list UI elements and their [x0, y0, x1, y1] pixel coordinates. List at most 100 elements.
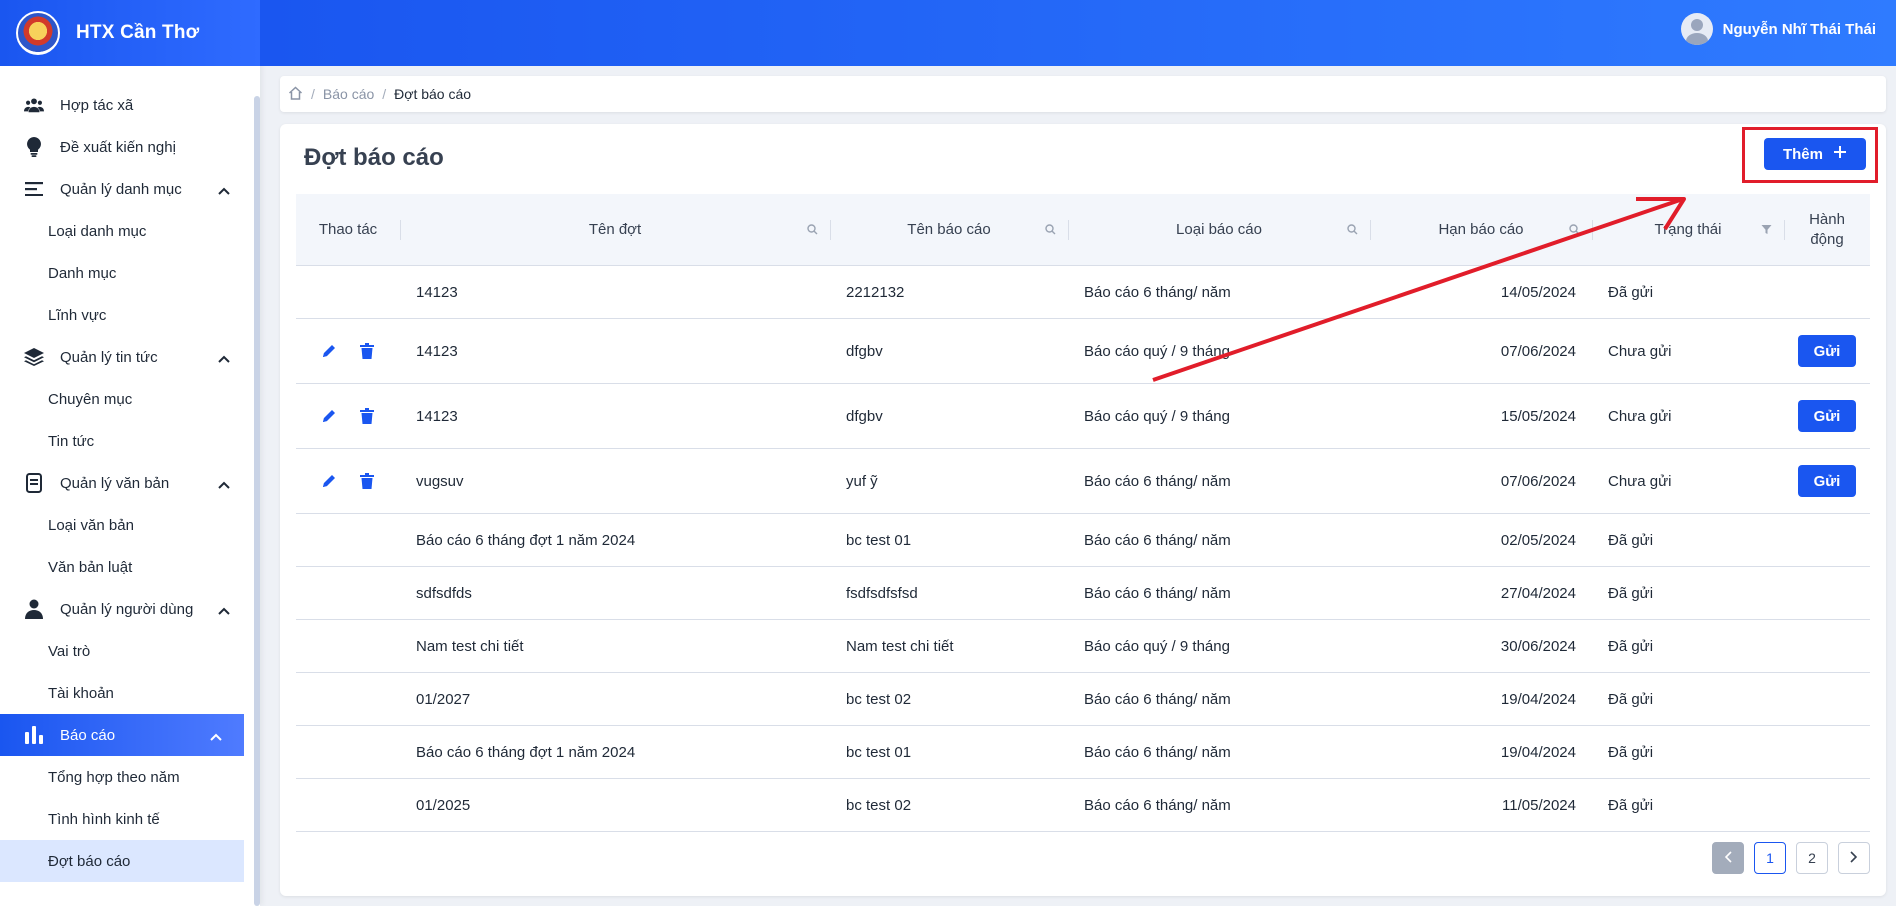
search-icon[interactable] — [807, 222, 818, 242]
cell-ten-dot: 14123 — [416, 407, 458, 425]
sidebar-item-tin-tuc[interactable]: Tin tức — [0, 420, 252, 462]
cell-ten-dot: 14123 — [416, 283, 458, 301]
send-button[interactable]: Gửi — [1798, 400, 1856, 432]
cell-trang-thai: Đã gửi — [1608, 796, 1654, 814]
sidebar-item-dot-bao-cao[interactable]: Đợt báo cáo — [0, 840, 244, 882]
plus-icon — [1833, 145, 1847, 163]
brand-name: HTX Cần Thơ — [76, 22, 200, 43]
cell-loai-bao-cao: Báo cáo quý / 9 tháng — [1084, 407, 1230, 425]
home-icon[interactable] — [288, 85, 303, 103]
main-card: Đợt báo cáo Thêm Thao tác Tên đợt Tên bá… — [280, 124, 1886, 896]
header-label: Trạng thái — [1654, 220, 1722, 238]
cell-hanh-dong — [1784, 514, 1870, 566]
cell-hanh-dong: Gửi — [1784, 449, 1870, 513]
cell-ten-bao-cao: yuf ỹ — [846, 472, 878, 490]
cell-han-bao-cao: 30/06/2024 — [1500, 637, 1576, 655]
sidebar-item-vai-tro[interactable]: Vai trò — [0, 630, 252, 672]
breadcrumb-separator: / — [382, 86, 387, 102]
users-icon — [24, 95, 44, 115]
filter-icon[interactable] — [1761, 222, 1772, 242]
table-row: 14123 2212132 Báo cáo 6 tháng/ năm 14/05… — [296, 266, 1870, 319]
cell-ten-bao-cao: dfgbv — [846, 407, 883, 425]
sidebar-item-chuyen-muc[interactable]: Chuyên mục — [0, 378, 252, 420]
cell-ten-dot: 01/2027 — [416, 690, 471, 708]
edit-icon[interactable] — [320, 407, 338, 425]
delete-icon[interactable] — [358, 472, 376, 490]
cell-ten-dot: sdfsdfds — [416, 584, 472, 602]
sidebar-item-linh-vuc[interactable]: Lĩnh vực — [0, 294, 252, 336]
chevron-up-icon — [218, 182, 230, 199]
sidebar-item-tong-hop-theo-nam[interactable]: Tổng hợp theo năm — [0, 756, 252, 798]
cell-hanh-dong — [1784, 567, 1870, 619]
sidebar-item-tai-khoan[interactable]: Tài khoản — [0, 672, 252, 714]
cell-ten-dot: 14123 — [416, 342, 458, 360]
search-icon[interactable] — [1569, 222, 1580, 242]
delete-icon[interactable] — [358, 407, 376, 425]
breadcrumb-separator: / — [311, 86, 315, 102]
edit-icon[interactable] — [320, 342, 338, 360]
delete-icon[interactable] — [358, 342, 376, 360]
sidebar-item-hop-tac-xa[interactable]: Hợp tác xã — [0, 84, 252, 126]
sidebar-item-van-ban-luat[interactable]: Văn bản luật — [0, 546, 252, 588]
cell-hanh-dong: Gửi — [1784, 319, 1870, 383]
cell-ten-dot: 01/2025 — [416, 796, 471, 814]
send-button[interactable]: Gửi — [1798, 465, 1856, 497]
sidebar-item-de-xuat[interactable]: Đề xuất kiến nghị — [0, 126, 252, 168]
cell-han-bao-cao: 02/05/2024 — [1500, 531, 1576, 549]
breadcrumb-parent[interactable]: Báo cáo — [323, 86, 374, 102]
edit-icon[interactable] — [320, 472, 338, 490]
sidebar-item-tinh-hinh-kinh-te[interactable]: Tình hình kinh tế — [0, 798, 252, 840]
page-button-2[interactable]: 2 — [1796, 842, 1828, 874]
cell-ten-dot: vugsuv — [416, 472, 464, 490]
add-button[interactable]: Thêm — [1764, 138, 1866, 170]
cell-actions — [296, 726, 400, 778]
sidebar-item-quan-ly-van-ban[interactable]: Quản lý văn bản — [0, 462, 252, 504]
menu-icon — [24, 179, 44, 199]
user-menu[interactable]: Nguyễn Nhĩ Thái Thái — [1680, 13, 1876, 45]
header-label: Hạn báo cáo — [1438, 220, 1524, 238]
cell-trang-thai: Đã gửi — [1608, 690, 1654, 708]
cell-actions — [296, 319, 400, 383]
report-table: Thao tác Tên đợt Tên báo cáo Loại báo cá… — [296, 194, 1870, 832]
sidebar-item-quan-ly-tin-tuc[interactable]: Quản lý tin tức — [0, 336, 252, 378]
column-header-loai-bao-cao: Loại báo cáo — [1068, 194, 1370, 265]
cell-ten-bao-cao: bc test 01 — [846, 531, 912, 549]
table-row: 14123 dfgbv Báo cáo quý / 9 tháng 15/05/… — [296, 384, 1870, 449]
cell-ten-dot: Báo cáo 6 tháng đợt 1 năm 2024 — [416, 743, 636, 761]
chevron-up-icon — [218, 602, 230, 619]
sidebar-item-bao-cao[interactable]: Báo cáo — [0, 714, 244, 756]
search-icon[interactable] — [1347, 222, 1358, 242]
cell-loai-bao-cao: Báo cáo 6 tháng/ năm — [1084, 283, 1231, 301]
avatar-icon — [1680, 13, 1713, 45]
cell-ten-bao-cao: bc test 02 — [846, 690, 912, 708]
cell-ten-bao-cao: Nam test chi tiết — [846, 637, 954, 655]
cell-ten-dot: Báo cáo 6 tháng đợt 1 năm 2024 — [416, 531, 636, 549]
cell-ten-bao-cao: 2212132 — [846, 283, 905, 301]
sidebar-scrollbar[interactable] — [254, 96, 260, 906]
row-actions — [296, 342, 376, 360]
sidebar-item-label: Đề xuất kiến nghị — [60, 138, 176, 156]
sidebar: HTX Cần Thơ Hợp tác xã Đề xuất kiến nghị… — [0, 0, 260, 906]
sidebar-item-quan-ly-nguoi-dung[interactable]: Quản lý người dùng — [0, 588, 252, 630]
sidebar-item-loai-danh-muc[interactable]: Loại danh mục — [0, 210, 252, 252]
cell-trang-thai: Chưa gửi — [1608, 342, 1672, 360]
cell-trang-thai: Chưa gửi — [1608, 472, 1672, 490]
search-icon[interactable] — [1045, 222, 1056, 242]
cell-loai-bao-cao: Báo cáo 6 tháng/ năm — [1084, 531, 1231, 549]
header-label: Tên đợt — [588, 220, 642, 238]
cell-han-bao-cao: 07/06/2024 — [1500, 342, 1576, 360]
page-button-1[interactable]: 1 — [1754, 842, 1786, 874]
cell-trang-thai: Đã gửi — [1608, 637, 1654, 655]
send-button[interactable]: Gửi — [1798, 335, 1856, 367]
table-row: 01/2025 bc test 02 Báo cáo 6 tháng/ năm … — [296, 779, 1870, 832]
row-actions — [296, 472, 376, 490]
prev-page-button[interactable] — [1712, 842, 1744, 874]
cell-actions — [296, 514, 400, 566]
next-page-button[interactable] — [1838, 842, 1870, 874]
pagination: 1 2 — [1712, 842, 1870, 874]
sidebar-item-quan-ly-danh-muc[interactable]: Quản lý danh mục — [0, 168, 252, 210]
cell-trang-thai: Đã gửi — [1608, 584, 1654, 602]
sidebar-item-danh-muc[interactable]: Danh mục — [0, 252, 252, 294]
sidebar-item-loai-van-ban[interactable]: Loại văn bản — [0, 504, 252, 546]
brand[interactable]: HTX Cần Thơ — [0, 0, 260, 66]
